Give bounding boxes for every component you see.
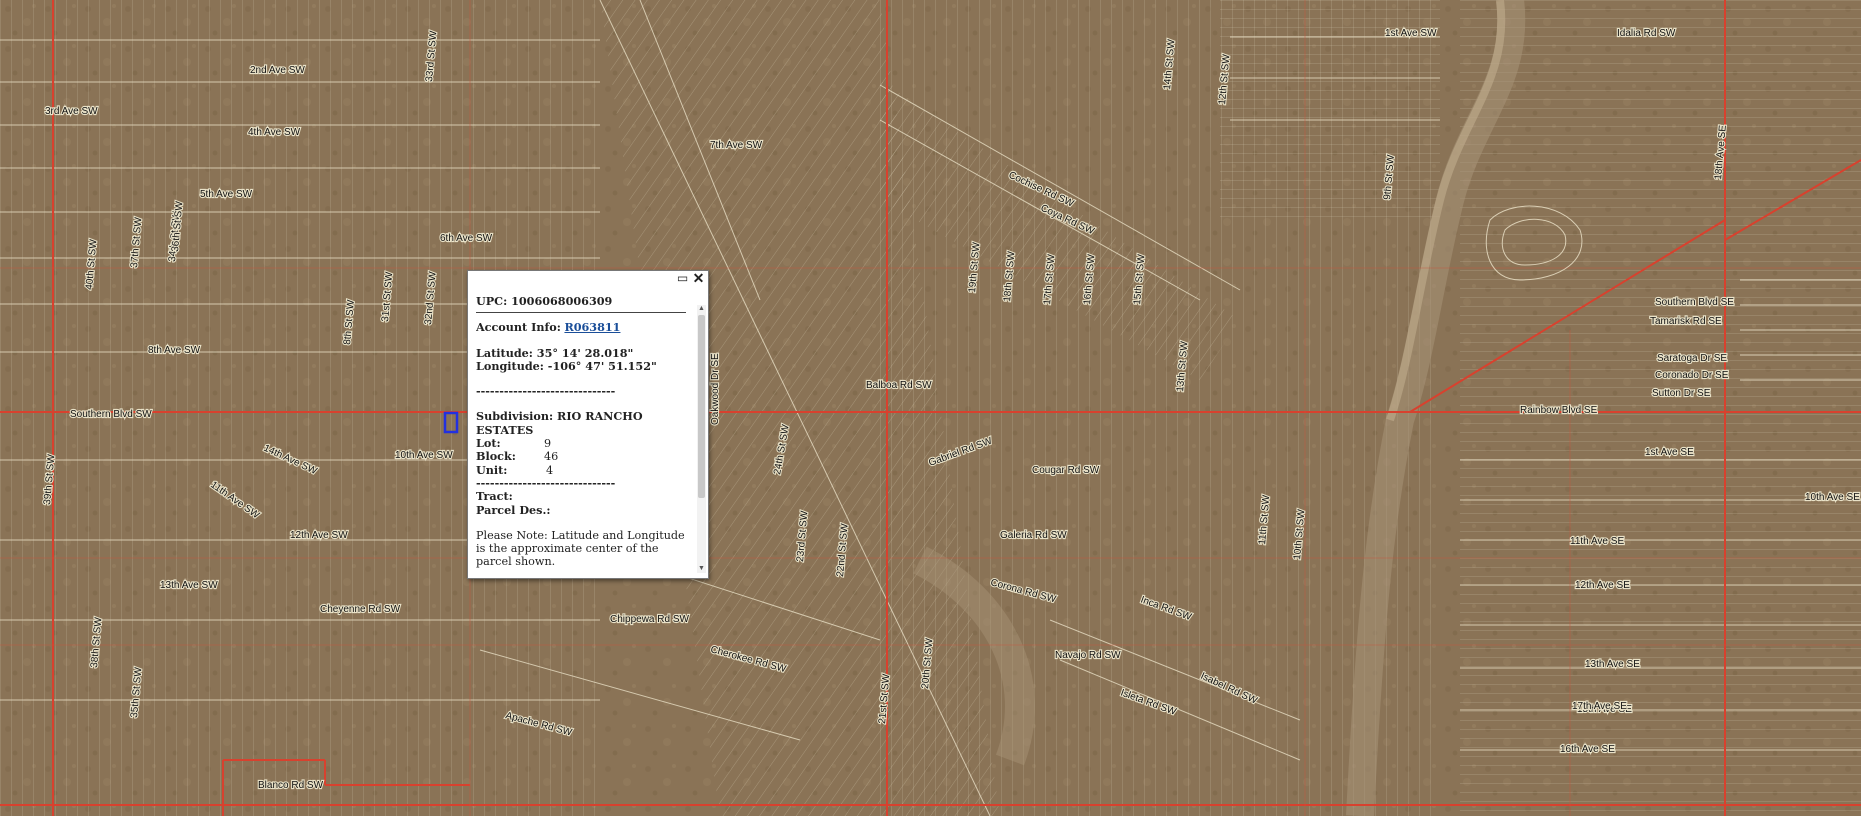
street-label: 16th Ave SE <box>1560 744 1615 755</box>
unit-value: 4 <box>546 463 554 477</box>
popup-title-bar: ▭ ✕ <box>468 271 708 287</box>
parcel-info-popup: ▭ ✕ UPC: 1006068006309 Account Info: R06… <box>467 270 709 579</box>
account-label: Account Info: <box>476 320 561 335</box>
street-label: 10th Ave SW <box>395 450 453 461</box>
street-label: 2nd Ave SW <box>250 65 305 76</box>
lot-value: 9 <box>544 437 552 451</box>
unit-label: Unit: <box>476 462 508 477</box>
street-label: Balboa Rd SW <box>866 380 932 391</box>
street-label: Saratoga Dr SE <box>1657 353 1727 364</box>
street-label: Southern Blvd SW <box>70 409 152 420</box>
street-label: 4th Ave SW <box>248 127 301 138</box>
scroll-down-icon[interactable]: ▼ <box>697 565 706 573</box>
dashes-1: ------------------------------ <box>476 384 616 399</box>
lot-row: Lot: 9 <box>476 436 686 451</box>
street-label: 6th Ave SW <box>440 233 493 244</box>
street-label: Coronado Dr SE <box>1655 370 1729 381</box>
coordinate-note: Please Note: Latitude and Longitude is t… <box>476 528 685 569</box>
unit-row: Unit: 4 <box>476 462 686 477</box>
street-label: 17th Ave SE <box>1572 701 1627 712</box>
dashes-2: ------------------------------ <box>476 475 616 490</box>
account-link[interactable]: R063811 <box>564 320 620 334</box>
parcel-des-label: Parcel Des.: <box>476 502 551 517</box>
street-label: 1st Ave SW <box>1385 28 1437 39</box>
street-label: Southern Blvd SE <box>1655 297 1734 308</box>
block-label: Block: <box>476 449 516 464</box>
street-label: 13th Ave SW <box>160 580 218 591</box>
longitude-text: Longitude: -106° 47' 51.152" <box>476 358 657 373</box>
street-label: Cheyenne Rd SW <box>320 604 401 615</box>
street-label: 10th Ave SE <box>1805 492 1860 503</box>
street-label: Sutton Dr SE <box>1652 388 1711 399</box>
latitude-text: Latitude: 35° 14' 28.018" <box>476 345 634 360</box>
street-label: 8th Ave SW <box>148 345 201 356</box>
upc-text: UPC: 1006068006309 <box>476 295 613 308</box>
close-icon[interactable]: ✕ <box>692 271 705 285</box>
scroll-up-icon[interactable]: ▲ <box>697 305 706 313</box>
popup-content: UPC: 1006068006309 Account Info: R063811… <box>476 295 686 575</box>
street-label: 11th Ave SE <box>1570 536 1624 547</box>
street-label: 7th Ave SW <box>710 140 763 151</box>
subdivision-text: Subdivision: RIO RANCHO ESTATES <box>476 409 643 437</box>
popup-scrollbar[interactable]: ▲ ▼ <box>697 305 706 573</box>
tract-label: Tract: <box>476 489 513 504</box>
block-value: 46 <box>544 450 559 464</box>
street-label: Oakwood Dr SE <box>710 353 721 425</box>
street-label: Idalia Rd SW <box>1617 28 1676 39</box>
street-label: Blanco Rd SW <box>258 780 324 791</box>
street-label: 12th Ave SE <box>1575 580 1630 591</box>
street-label: Cougar Rd SW <box>1032 465 1100 476</box>
street-label: Rainbow Blvd SE <box>1520 405 1598 416</box>
street-label: 5th Ave SW <box>200 189 253 200</box>
street-label: 1st Ave SE <box>1645 447 1694 458</box>
street-label: 12th Ave SW <box>290 530 348 541</box>
street-label: 3rd Ave SW <box>45 106 98 117</box>
popup-divider <box>476 312 686 314</box>
scroll-thumb[interactable] <box>698 315 705 498</box>
street-label: 13th Ave SE <box>1585 659 1640 670</box>
street-label: Navajo Rd SW <box>1055 650 1121 661</box>
lot-label: Lot: <box>476 436 501 451</box>
street-label: Chippewa Rd SW <box>610 614 689 625</box>
street-label: Tamarisk Rd SE <box>1650 316 1722 327</box>
block-row: Block: 46 <box>476 449 686 464</box>
map-canvas[interactable]: 1st Ave SW 2nd Ave SW 3rd Ave SW 4th Ave SW… <box>0 0 1861 816</box>
maximize-icon[interactable]: ▭ <box>676 272 689 285</box>
street-label: Galeria Rd SW <box>1000 530 1067 541</box>
